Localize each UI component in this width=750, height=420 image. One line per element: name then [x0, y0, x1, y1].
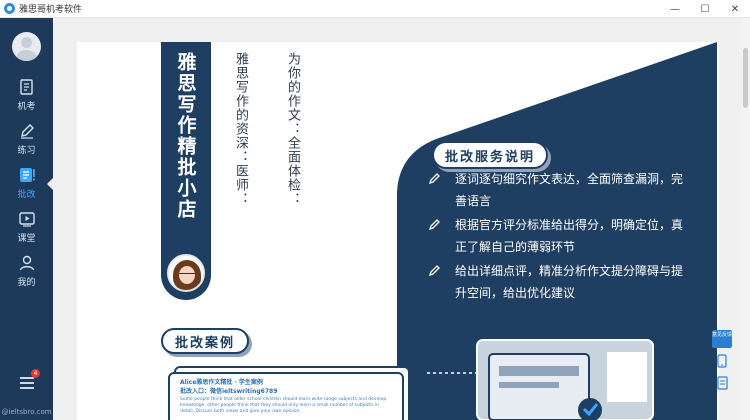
close-button[interactable]: ✕	[720, 0, 750, 18]
sidebar-item-exam[interactable]: 机考	[0, 76, 53, 114]
sidebar-item-label: 我的	[17, 278, 36, 288]
sample-card: Alice雅思作文精批 · 学生案例 批改入口：微信ieltswriting67…	[168, 372, 404, 420]
video-icon	[18, 212, 35, 227]
service-text: 逐词逐句细究作文表达，全面筛查漏洞，完善语言	[455, 172, 684, 208]
phone-button[interactable]	[712, 352, 732, 370]
maximize-button[interactable]: ☐	[690, 0, 720, 18]
service-text: 根据官方评分标准给出得分，明确定位，真正了解自己的薄弱环节	[455, 218, 684, 254]
sidebar-item-label: 课堂	[17, 234, 36, 244]
avatar[interactable]	[12, 32, 41, 61]
main-content: 雅思写作精批小店 为你的作文：全面体检： 雅思写作的资深：医师： 批改服务说明 …	[53, 18, 741, 420]
teacher-avatar	[167, 254, 205, 292]
menu-button[interactable]: 4	[16, 369, 40, 389]
sidebar-item-classroom[interactable]: 课堂	[0, 208, 53, 246]
menu-line	[20, 382, 34, 384]
pencil-icon	[429, 173, 440, 184]
title-bar: 雅思哥机考软件 — ☐ ✕	[0, 0, 750, 18]
correction-icon	[19, 168, 35, 182]
avatar-glasses	[179, 273, 195, 277]
pen-icon	[20, 124, 34, 139]
document-icon	[716, 376, 728, 390]
window-controls: — ☐ ✕	[660, 0, 750, 18]
menu-line	[20, 387, 34, 389]
sidebar: 机考 练习 批改 课堂 我的 4 @ieltsbro.com	[0, 18, 53, 420]
minimize-button[interactable]: —	[660, 0, 690, 18]
notification-badge: 4	[31, 369, 40, 378]
pencil-icon	[429, 219, 440, 230]
site-url: @ieltsbro.com	[1, 408, 52, 416]
banner-title: 雅思写作精批小店	[174, 52, 197, 220]
sidebar-item-label: 练习	[17, 146, 36, 156]
scrollbar-thumb[interactable]	[743, 48, 748, 108]
app-logo-icon	[4, 3, 15, 14]
sidebar-item-profile[interactable]: 我的	[0, 252, 53, 290]
sample-header-line2: 批改入口：微信ieltswriting6789	[180, 388, 278, 395]
sidebar-item-correction[interactable]: 批改	[0, 164, 53, 202]
sample-header-line1: Alice雅思作文精批 · 学生案例	[180, 379, 263, 386]
scrollbar[interactable]	[741, 18, 750, 420]
user-icon	[19, 255, 34, 271]
menu-line	[20, 377, 34, 379]
pencil-icon	[429, 265, 440, 276]
phone-icon	[717, 354, 727, 368]
service-poster: 雅思写作精批小店 为你的作文：全面体检： 雅思写作的资深：医师： 批改服务说明 …	[77, 42, 719, 420]
case-title: 批改案例	[161, 328, 249, 354]
window-title: 雅思哥机考软件	[19, 5, 83, 15]
sidebar-item-practice[interactable]: 练习	[0, 120, 53, 158]
sample-body: Some people think that older school chil…	[180, 397, 387, 414]
service-text: 给出详细点评，精准分析作文提分障碍与提升空间，给出优化建议	[455, 264, 684, 300]
document-button[interactable]	[712, 374, 732, 392]
sample-header: Alice雅思作文精批 · 学生案例 批改入口：微信ieltswriting67…	[180, 378, 277, 396]
tagline-right: 为你的作文：全面体检：	[285, 52, 300, 206]
sidebar-item-label: 批改	[17, 190, 36, 200]
sidebar-item-label: 机考	[17, 102, 36, 112]
tagline-left: 雅思写作的资深：医师：	[233, 52, 248, 206]
feedback-button[interactable]: 意见反馈	[712, 330, 732, 348]
service-title: 批改服务说明	[432, 141, 548, 169]
exam-icon	[19, 79, 33, 95]
floating-toolbar: 意见反馈	[712, 330, 734, 392]
title-banner: 雅思写作精批小店	[161, 42, 211, 300]
